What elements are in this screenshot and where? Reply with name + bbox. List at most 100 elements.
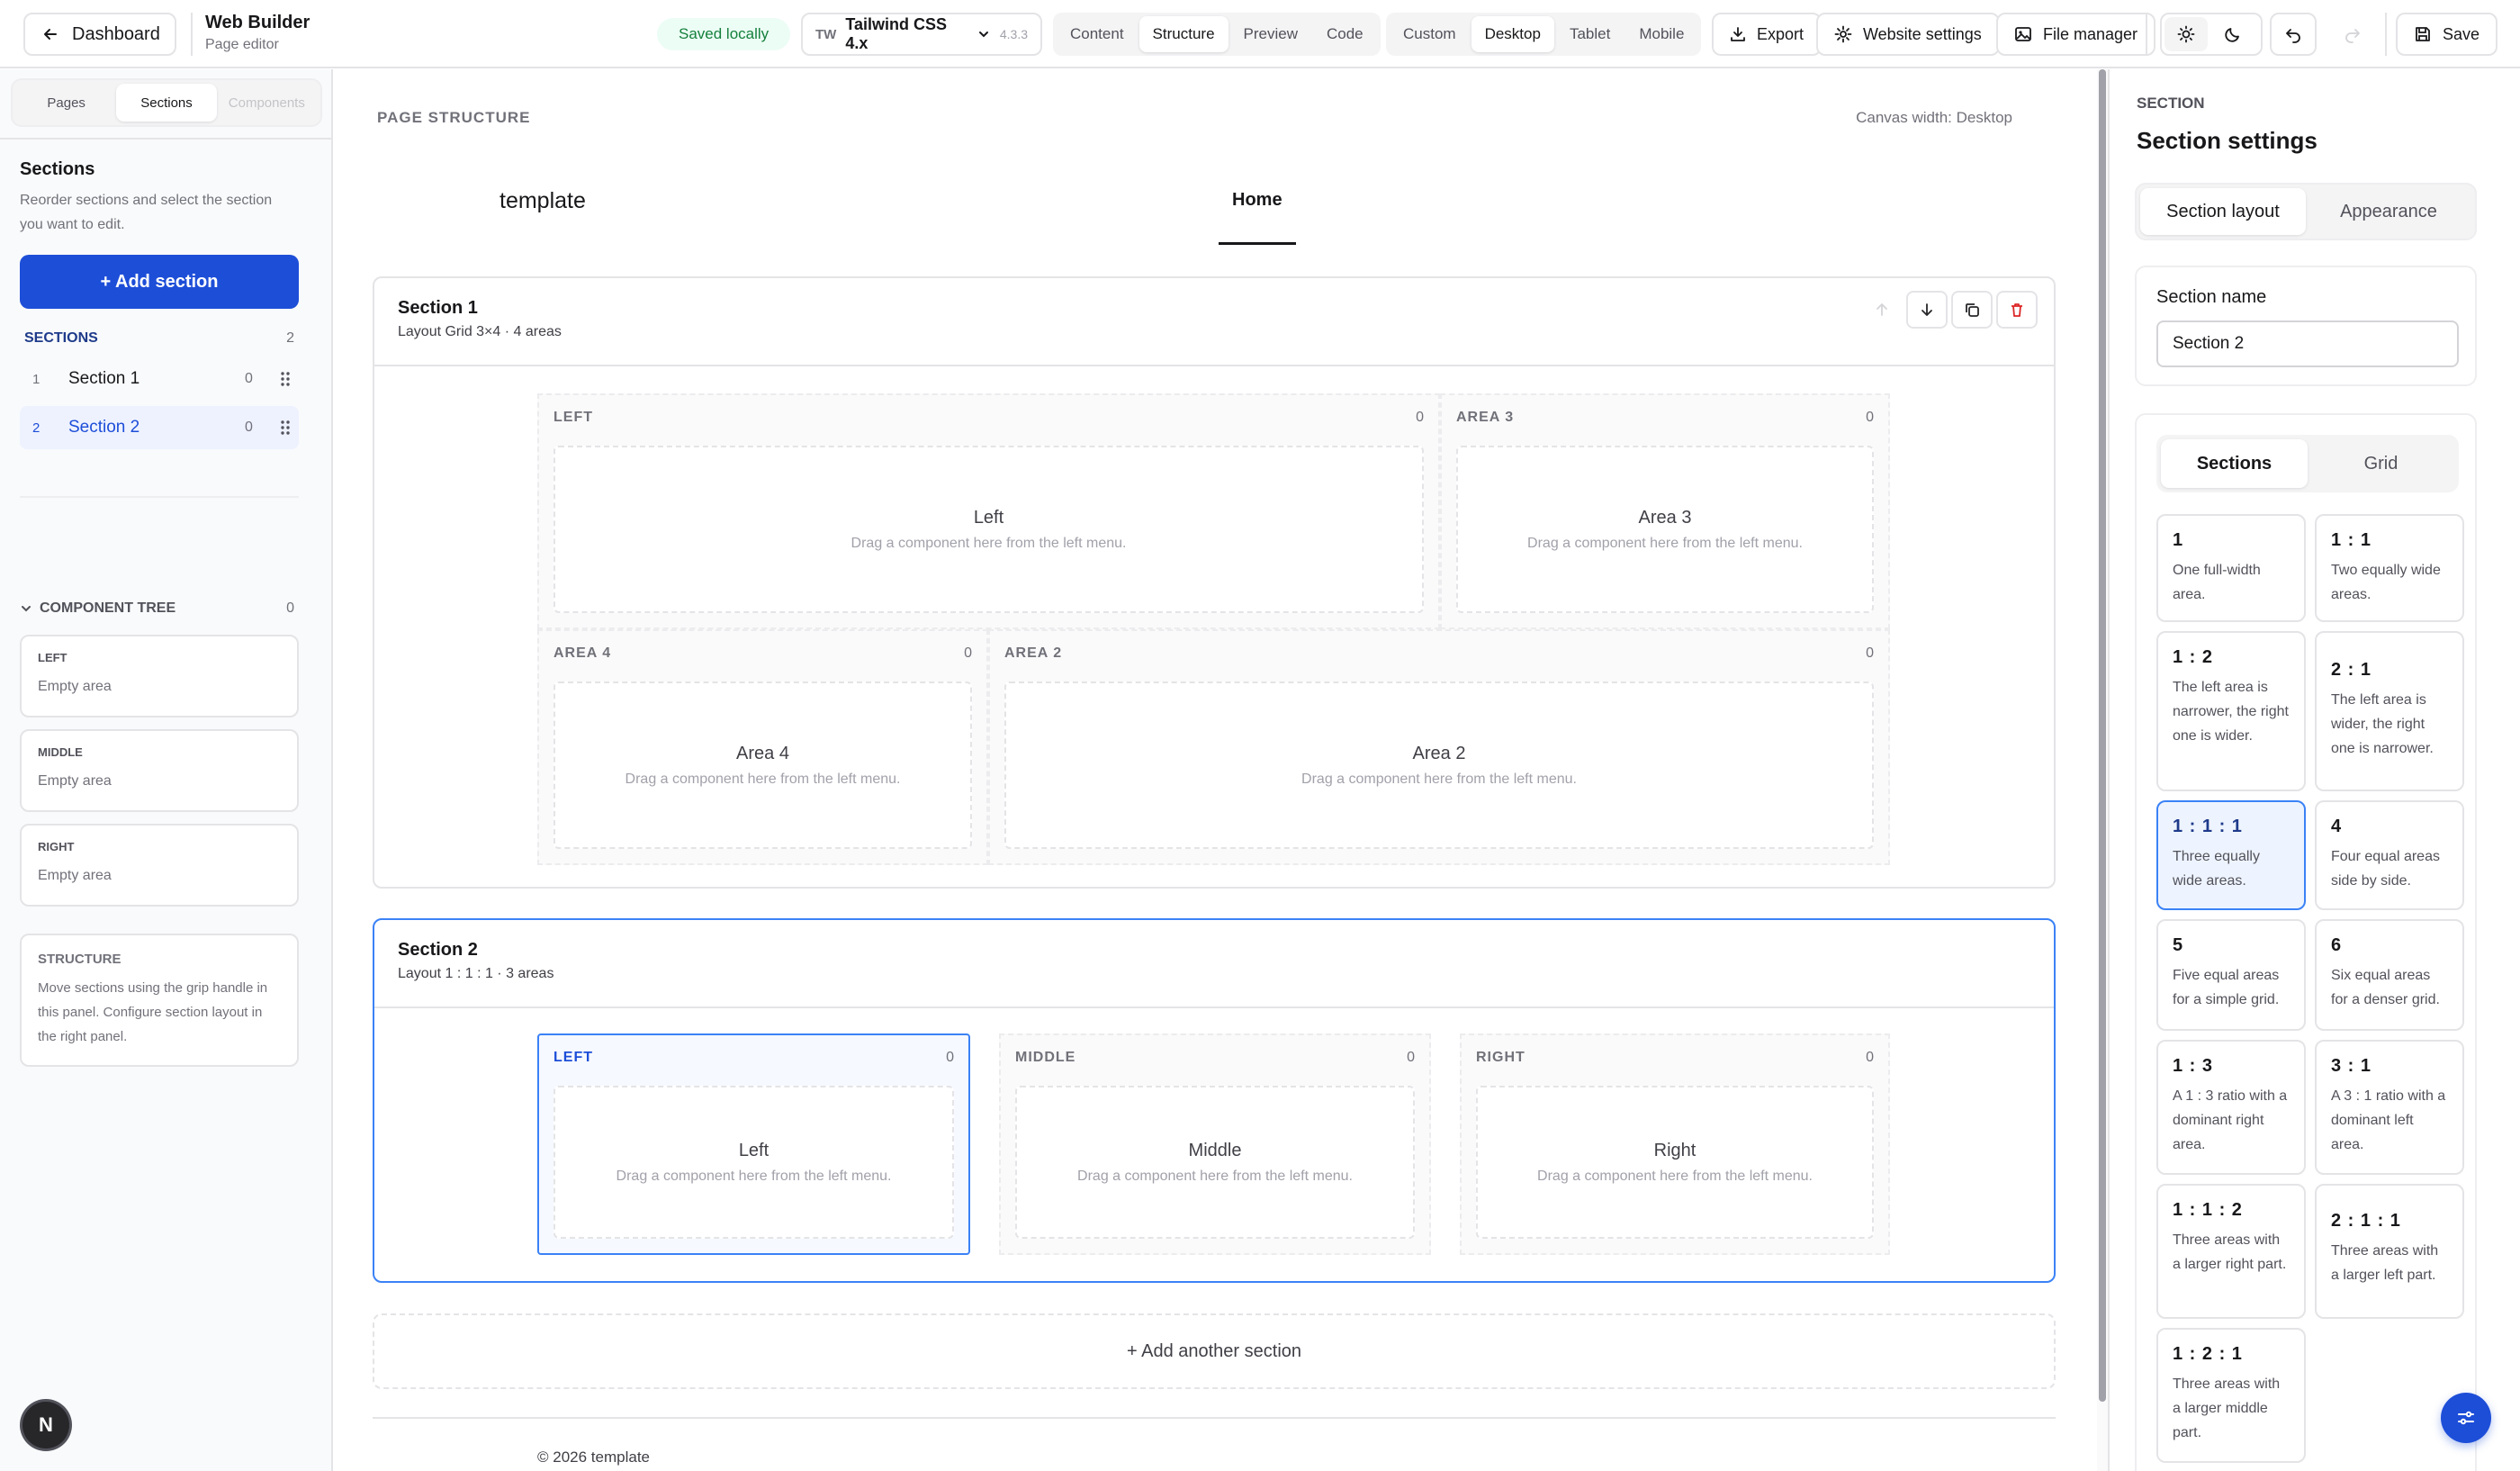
user-avatar[interactable]: N [22,1402,69,1448]
layout-option-2-1-1[interactable]: 2 : 1 : 1 Three areas with a larger left … [2315,1184,2464,1319]
area-label: LEFT [554,410,593,425]
drop-zone[interactable]: Right Drag a component here from the left… [1476,1086,1874,1239]
layout-option-1-1-1[interactable]: 1 : 1 : 1 Three equally wide areas. [2156,800,2306,910]
area-right[interactable]: RIGHT 0 Right Drag a component here from t… [1460,1033,1890,1255]
section-name-input[interactable] [2156,320,2459,367]
nav-active-underline [1219,242,1296,245]
move-down-button[interactable] [1906,291,1948,329]
tree-area-value: Empty area [38,868,112,883]
area-middle[interactable]: MIDDLE 0 Middle Drag a component here from… [999,1033,1431,1255]
device-desktop[interactable]: Desktop [1471,16,1554,52]
drop-zone[interactable]: Left Drag a component here from the left … [554,1086,954,1239]
area-4[interactable]: AREA 4 0 Area 4 Drag a component here from… [537,629,988,865]
drop-zone-hint: Drag a component here from the left menu… [1301,771,1577,787]
drop-zone[interactable]: Area 4 Drag a component here from the lef… [554,681,972,849]
view-mode-tabs: Content Structure Preview Code [1053,13,1381,56]
tab-sections[interactable]: Sections [116,84,217,122]
tree-area-left[interactable]: LEFT Empty area [20,635,299,717]
area-left[interactable]: LEFT 0 Left Drag a component here from the… [537,1033,970,1255]
light-theme-button[interactable] [2164,17,2208,51]
website-settings-button[interactable]: Website settings [1816,13,2000,56]
drop-zone[interactable]: Middle Drag a component here from the lef… [1015,1086,1415,1239]
layout-description: A 1 : 3 ratio with a dominant right area… [2173,1088,2288,1152]
section-toolbar [1861,291,2038,329]
layout-description: Three equally wide areas. [2173,849,2260,889]
delete-button[interactable] [1996,291,2038,329]
move-up-button[interactable] [1861,291,1903,329]
save-label: Save [2443,24,2480,43]
dashboard-back-button[interactable]: Dashboard [23,13,176,56]
area-left[interactable]: LEFT 0 Left Drag a component here from the… [537,393,1440,629]
floating-settings-button[interactable] [2441,1393,2491,1443]
tab-components[interactable]: Components [217,84,317,122]
tab-layout-sections[interactable]: Sections [2161,439,2308,488]
dark-theme-button[interactable] [2211,17,2254,51]
tab-code[interactable]: Code [1313,16,1377,52]
tab-preview[interactable]: Preview [1230,16,1311,52]
undo-button[interactable] [2270,13,2317,56]
layout-option-6[interactable]: 6 Six equal areas for a denser grid. [2315,919,2464,1031]
section-title: Section 2 [398,940,478,960]
save-button[interactable]: Save [2396,13,2498,56]
drop-zone[interactable]: Left Drag a component here from the left … [554,446,1424,613]
tab-content[interactable]: Content [1057,16,1138,52]
layout-option-1[interactable]: 1 One full-width area. [2156,514,2306,622]
layout-option-5[interactable]: 5 Five equal areas for a simple grid. [2156,919,2306,1031]
layout-ratio: 2 : 1 [2331,660,2372,680]
device-tabs: Custom Desktop Tablet Mobile [1386,13,1702,56]
layout-description: Three areas with a larger middle part. [2173,1376,2281,1440]
layout-ratio: 1 : 3 [2173,1056,2214,1076]
device-mobile[interactable]: Mobile [1625,16,1697,52]
layout-option-1-1-2[interactable]: 1 : 1 : 2 Three areas with a larger right… [2156,1184,2306,1319]
layout-option-1-1[interactable]: 1 : 1 Two equally wide areas. [2315,514,2464,622]
section-title: Section 1 [398,298,478,318]
device-custom[interactable]: Custom [1390,16,1470,52]
scrollbar-thumb[interactable] [2099,69,2106,1402]
sidebar-item-section-1[interactable]: 1 Section 1 0 [20,357,299,401]
tab-section-layout[interactable]: Section layout [2140,188,2306,235]
framework-select[interactable]: TW Tailwind CSS 4.x 4.3.3 [801,13,1042,56]
export-button[interactable]: Export [1712,13,1822,56]
layout-option-1-3[interactable]: 1 : 3 A 1 : 3 ratio with a dominant right… [2156,1040,2306,1175]
layout-option-1-2[interactable]: 1 : 2 The left area is narrower, the righ… [2156,631,2306,791]
sidebar-tabs: Pages Sections Components [11,78,322,127]
drop-zone-name: Left [738,1140,770,1160]
tab-appearance[interactable]: Appearance [2306,188,2471,235]
layout-option-4[interactable]: 4 Four equal areas side by side. [2315,800,2464,910]
tree-area-right[interactable]: RIGHT Empty area [20,824,299,907]
canvas-scrollbar[interactable] [2097,69,2108,1471]
tab-layout-grid[interactable]: Grid [2308,439,2454,488]
tree-area-middle[interactable]: MIDDLE Empty area [20,729,299,812]
component-tree-toggle[interactable]: COMPONENT TREE 0 [20,600,294,617]
grip-icon[interactable] [272,370,299,388]
section-component-count: 0 [245,420,253,435]
file-manager-button[interactable]: File manager [1996,13,2156,56]
device-tablet[interactable]: Tablet [1556,16,1624,52]
dashboard-back-label: Dashboard [72,23,160,44]
add-section-button[interactable]: + Add section [20,255,299,309]
layout-option-1-2-1[interactable]: 1 : 2 : 1 Three areas with a larger middl… [2156,1328,2306,1463]
grip-icon[interactable] [272,419,299,437]
app-title: Web Builder [205,13,310,32]
section-card-2[interactable]: Section 2 Layout 1 : 1 : 1 · 3 areas LEF… [373,918,2056,1283]
drop-zone[interactable]: Area 2 Drag a component here from the lef… [1004,681,1874,849]
tab-structure[interactable]: Structure [1138,16,1228,52]
area-3[interactable]: AREA 3 0 Area 3 Drag a component here from… [1440,393,1890,629]
area-2[interactable]: AREA 2 0 Area 2 Drag a component here from… [988,629,1890,865]
canvas-width-label: Canvas width: Desktop [1856,109,2012,126]
nav-item-home[interactable]: Home [1232,190,1282,211]
section-header: Section 1 Layout Grid 3×4 · 4 areas [374,278,2054,366]
area-header: AREA 4 0 [554,645,972,662]
layout-description: Three areas with a larger right part. [2173,1232,2287,1272]
drop-zone[interactable]: Area 3 Drag a component here from the lef… [1456,446,1874,613]
component-tree-label: COMPONENT TREE [40,600,176,616]
layout-option-2-1[interactable]: 2 : 1 The left area is wider, the right o… [2315,631,2464,791]
theme-toggle [2160,13,2263,56]
add-another-section-button[interactable]: + Add another section [373,1313,2056,1389]
section-card-1[interactable]: Section 1 Layout Grid 3×4 · 4 areas LEFT… [373,276,2056,889]
redo-button[interactable] [2329,13,2376,56]
tab-pages[interactable]: Pages [16,84,116,122]
sidebar-item-section-2[interactable]: 2 Section 2 0 [20,406,299,449]
layout-option-3-1[interactable]: 3 : 1 A 3 : 1 ratio with a dominant left … [2315,1040,2464,1175]
duplicate-button[interactable] [1951,291,1993,329]
